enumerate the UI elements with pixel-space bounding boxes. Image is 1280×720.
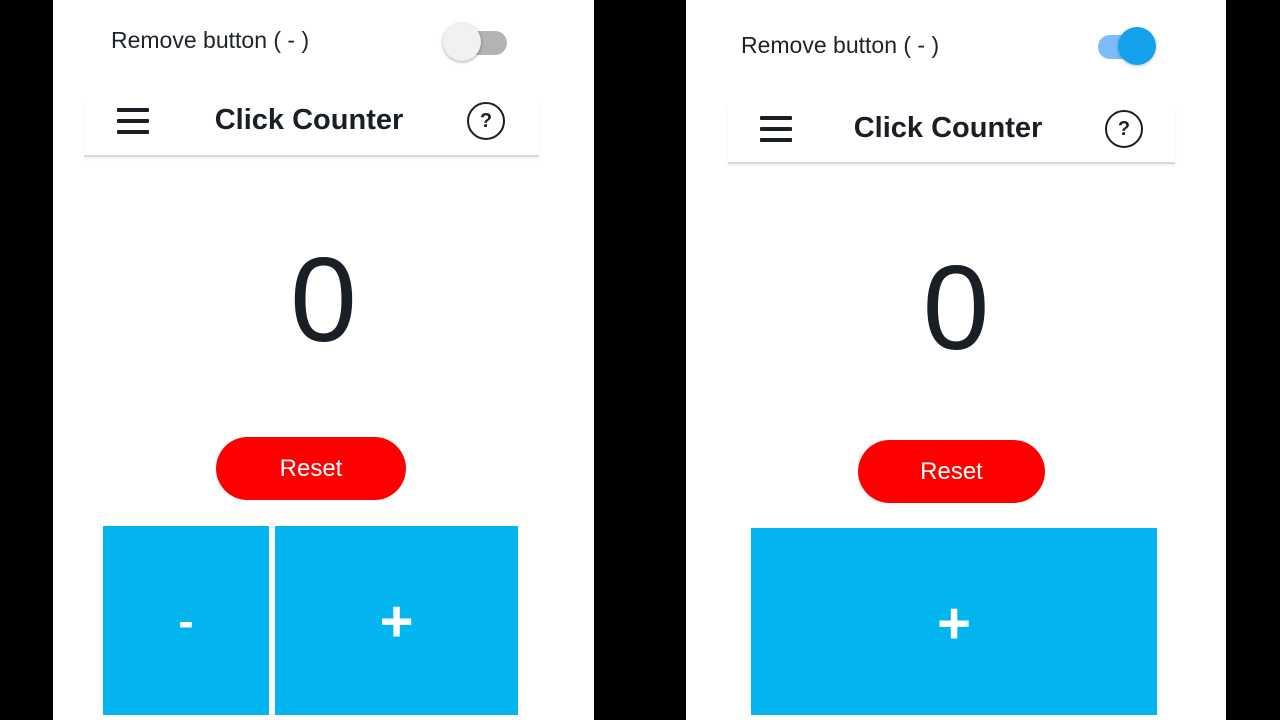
remove-button-toggle-label: Remove button ( - )	[111, 27, 310, 53]
plus-label: +	[379, 589, 414, 654]
phone-screen-left: Remove button ( - ) Click Counter ? 0 Re…	[53, 0, 594, 720]
app-bar: Click Counter ?	[84, 97, 539, 157]
app-bar: Click Counter ?	[728, 104, 1175, 164]
help-icon[interactable]: ?	[1105, 110, 1143, 148]
plus-label: +	[937, 591, 971, 656]
hamburger-menu-icon[interactable]	[117, 108, 149, 134]
app-title: Click Counter	[853, 112, 1043, 144]
increment-button[interactable]: +	[275, 526, 518, 715]
help-icon[interactable]: ?	[467, 102, 505, 140]
remove-button-toggle[interactable]	[443, 21, 509, 61]
remove-button-toggle[interactable]	[1090, 25, 1156, 65]
click-count: 0	[922, 241, 990, 375]
click-count: 0	[290, 233, 357, 367]
remove-button-toggle-label: Remove button ( - )	[741, 32, 940, 58]
app-title: Click Counter	[214, 104, 404, 136]
toggle-thumb	[1118, 27, 1156, 65]
reset-button[interactable]: Reset	[216, 437, 406, 500]
minus-label: -	[178, 595, 194, 647]
toggle-thumb	[443, 23, 481, 61]
increment-button[interactable]: +	[751, 528, 1157, 715]
decrement-button[interactable]: -	[103, 526, 269, 715]
reset-button[interactable]: Reset	[858, 440, 1045, 503]
hamburger-menu-icon[interactable]	[760, 116, 792, 142]
phone-screen-right: Remove button ( - ) Click Counter ? 0 Re…	[686, 0, 1226, 720]
